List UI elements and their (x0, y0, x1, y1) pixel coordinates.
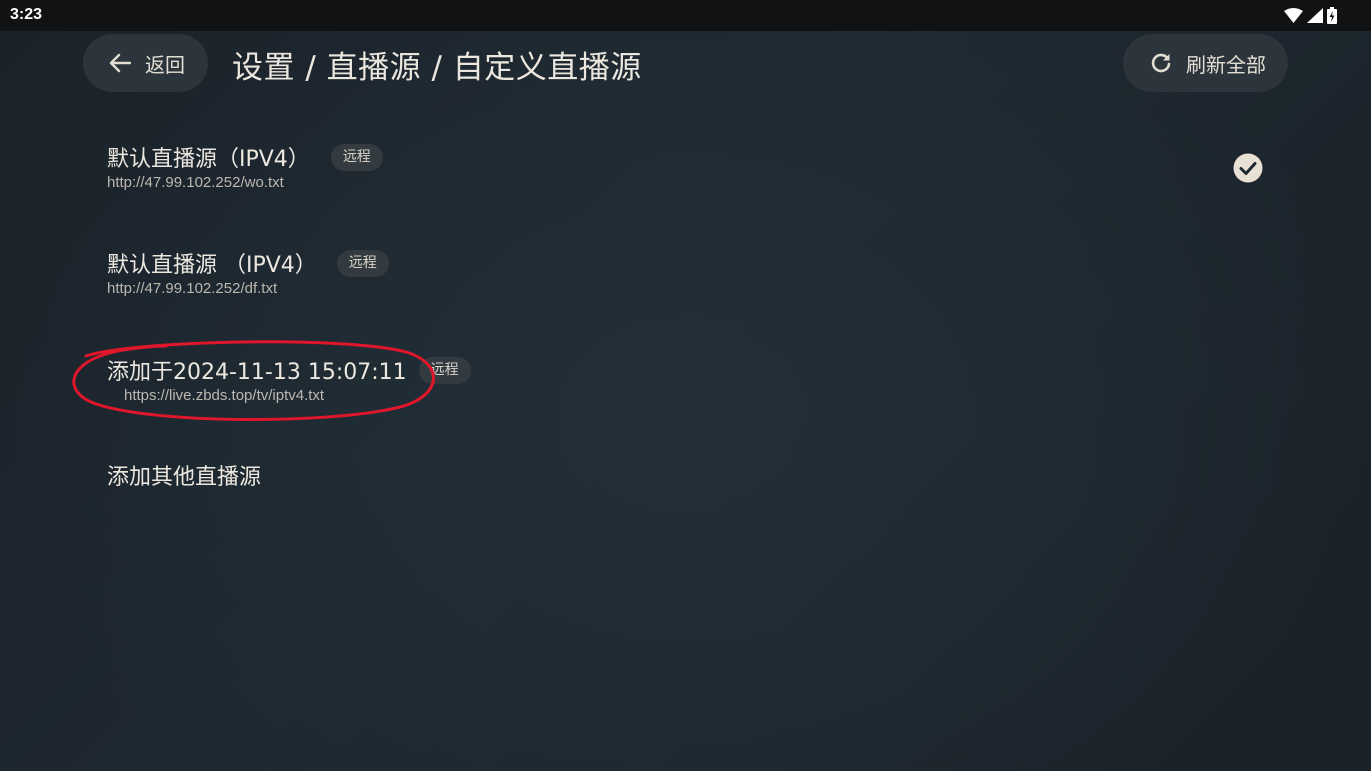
source-item[interactable]: 默认直播源（IPV4） 远程 http://47.99.102.252/wo.t… (107, 141, 1277, 211)
source-title: 默认直播源 （IPV4） (107, 253, 317, 278)
source-item[interactable]: 添加于2024-11-13 15:07:11 远程 https://live.z… (107, 354, 1277, 424)
source-item[interactable]: 默认直播源 （IPV4） 远程 http://47.99.102.252/df.… (107, 247, 1277, 317)
source-url: http://47.99.102.252/df.txt (107, 280, 278, 297)
refresh-all-label: 刷新全部 (1186, 52, 1266, 77)
refresh-all-button[interactable]: 刷新全部 (1123, 34, 1288, 92)
selected-check-icon (1233, 153, 1263, 187)
arrow-left-icon (109, 53, 131, 73)
status-time: 3:23 (10, 6, 43, 23)
source-url: http://47.99.102.252/wo.txt (107, 174, 284, 191)
source-title: 默认直播源（IPV4） (107, 147, 310, 172)
status-bar: 3:23 (0, 0, 1371, 31)
source-title: 添加于2024-11-13 15:07:11 (107, 360, 407, 385)
source-type-badge: 远程 (336, 249, 389, 277)
battery-charging-icon (1327, 7, 1337, 24)
wifi-icon (1284, 8, 1303, 23)
add-other-source-button[interactable]: 添加其他直播源 (107, 459, 261, 491)
source-type-badge: 远程 (330, 143, 383, 171)
back-button[interactable]: 返回 (83, 34, 208, 92)
source-url: https://live.zbds.top/tv/iptv4.txt (124, 387, 325, 404)
cell-signal-icon (1307, 8, 1323, 23)
source-type-badge: 远程 (418, 356, 471, 384)
back-button-label: 返回 (145, 52, 185, 77)
page-title: 设置 / 直播源 / 自定义直播源 (232, 50, 642, 86)
refresh-icon (1150, 52, 1172, 74)
status-icons (1284, 7, 1337, 24)
